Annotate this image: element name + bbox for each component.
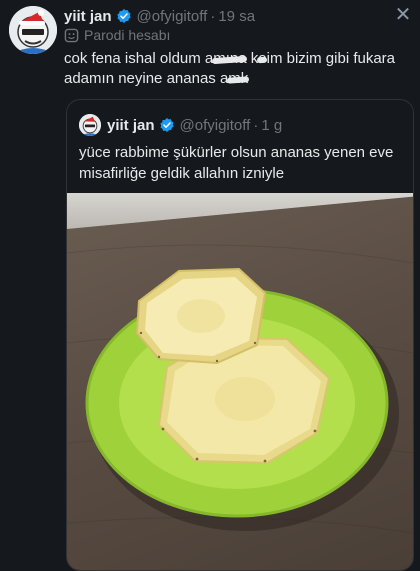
quoted-display-name: yiit jan bbox=[107, 116, 155, 134]
quoted-tweet-text: yüce rabbime şükürler olsun ananas yenen… bbox=[79, 144, 394, 182]
handle[interactable]: @ofyigitoff bbox=[137, 8, 208, 25]
quoted-timestamp: 1 g bbox=[261, 116, 283, 134]
quoted-handle: @ofyigitoff bbox=[179, 116, 251, 134]
parody-label: Parodi hesabı bbox=[64, 27, 170, 43]
parody-account-icon bbox=[64, 28, 79, 42]
quoted-photo[interactable] bbox=[67, 193, 413, 570]
quoted-tweet-header: yiit jan @ofyigitoff · 1 g bbox=[79, 114, 282, 136]
separator: · bbox=[253, 116, 259, 134]
separator: · bbox=[210, 7, 216, 25]
close-icon[interactable]: ✕ bbox=[392, 4, 414, 26]
parody-text: Parodi hesabı bbox=[84, 27, 171, 43]
tweet-header: yiit jan @ofyigitoff · 19 sa bbox=[64, 6, 255, 26]
quoted-avatar bbox=[79, 114, 101, 136]
tweet[interactable]: yiit jan @ofyigitoff · 19 sa ✕ Parodi he… bbox=[0, 0, 420, 571]
avatar[interactable] bbox=[9, 6, 57, 54]
quoted-tweet[interactable]: yiit jan @ofyigitoff · 1 g yüce rabbime … bbox=[66, 99, 414, 571]
censored-word: o bbox=[257, 50, 268, 67]
timestamp[interactable]: 19 sa bbox=[218, 8, 255, 25]
display-name[interactable]: yiit jan bbox=[64, 8, 112, 25]
censored-word: mk bbox=[227, 70, 250, 87]
tweet-text-part: cok fena ishal oldum a bbox=[64, 50, 214, 67]
pineapple-plate-illustration bbox=[67, 244, 413, 534]
censored-word: mına bbox=[212, 50, 248, 67]
verified-badge-icon bbox=[159, 117, 175, 133]
tweet-text: cok fena ishal oldum amına koim bizim gi… bbox=[64, 49, 404, 89]
quoted-avatar-image bbox=[79, 114, 101, 136]
avatar-image bbox=[9, 6, 57, 54]
verified-badge-icon bbox=[116, 8, 132, 24]
